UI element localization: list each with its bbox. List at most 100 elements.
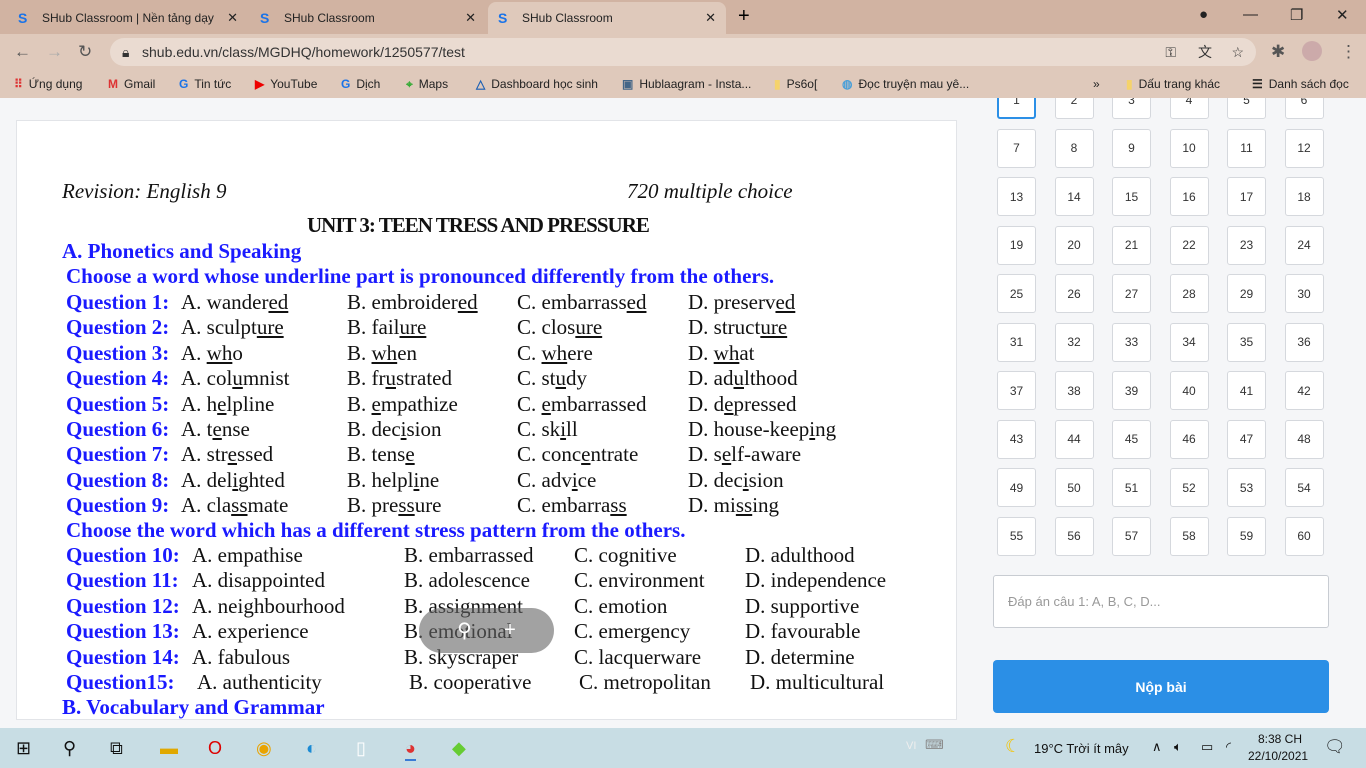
question-number-button[interactable]: 2 bbox=[1054, 98, 1094, 119]
restore-button[interactable]: ❐ bbox=[1290, 6, 1303, 24]
question-number-button[interactable]: 59 bbox=[1227, 516, 1266, 556]
question-number-button[interactable]: 42 bbox=[1284, 371, 1324, 410]
question-number-button[interactable]: 57 bbox=[1112, 516, 1151, 556]
question-number-button[interactable]: 44 bbox=[1054, 419, 1094, 459]
question-number-button[interactable]: 30 bbox=[1284, 274, 1324, 313]
minimize-button[interactable]: — bbox=[1243, 6, 1258, 23]
question-number-button[interactable]: 13 bbox=[997, 177, 1036, 216]
chrome-icon[interactable]: ◕ bbox=[405, 738, 416, 761]
question-number-button[interactable]: 6 bbox=[1284, 98, 1324, 119]
other-bookmarks[interactable]: ▮ Dấu trang khác bbox=[1126, 77, 1220, 91]
weather-text[interactable]: 19°C Trời ít mây bbox=[1034, 741, 1129, 756]
profile-download-icon[interactable]: ● bbox=[1199, 6, 1208, 23]
question-number-button[interactable]: 23 bbox=[1227, 225, 1266, 265]
question-number-button[interactable]: 8 bbox=[1054, 128, 1094, 168]
bookmark-news[interactable]: G Tin tức bbox=[179, 77, 231, 91]
language-indicator[interactable]: VI bbox=[906, 740, 916, 752]
close-window-button[interactable]: ✕ bbox=[1336, 6, 1349, 24]
question-number-button[interactable]: 49 bbox=[997, 468, 1036, 507]
question-number-button[interactable]: 1 bbox=[997, 98, 1036, 119]
clock-time[interactable]: 8:38 CH bbox=[1255, 732, 1305, 746]
avatar[interactable] bbox=[1302, 41, 1322, 61]
question-number-button[interactable]: 38 bbox=[1054, 371, 1094, 410]
question-number-button[interactable]: 25 bbox=[997, 274, 1036, 313]
forward-icon[interactable]: → bbox=[46, 42, 63, 62]
avast-icon[interactable]: ◉ bbox=[256, 738, 272, 759]
key-icon[interactable]: ⚿ bbox=[1165, 38, 1176, 66]
zoom-in-icon[interactable]: + bbox=[504, 619, 516, 642]
question-number-button[interactable]: 5 bbox=[1227, 98, 1266, 119]
bookmark-youtube[interactable]: ▶ YouTube bbox=[255, 77, 317, 91]
question-number-button[interactable]: 9 bbox=[1112, 128, 1151, 168]
file-icon[interactable]: ▯ bbox=[356, 738, 366, 759]
back-icon[interactable]: ← bbox=[14, 42, 31, 62]
answer-input[interactable] bbox=[993, 575, 1329, 628]
address-bar[interactable]: 🔒︎ shub.edu.vn/class/MGDHQ/homework/12505… bbox=[110, 38, 1256, 66]
question-number-button[interactable]: 10 bbox=[1169, 128, 1209, 168]
close-tab-icon[interactable]: ✕ bbox=[465, 10, 476, 26]
question-number-button[interactable]: 28 bbox=[1169, 274, 1209, 313]
bluestacks-icon[interactable]: ◆ bbox=[452, 738, 466, 759]
question-number-button[interactable]: 22 bbox=[1169, 225, 1209, 265]
question-number-button[interactable]: 4 bbox=[1169, 98, 1209, 119]
battery-icon[interactable]: ▭ bbox=[1201, 739, 1213, 755]
question-number-button[interactable]: 39 bbox=[1112, 371, 1151, 410]
bookmark-star-icon[interactable]: ☆ bbox=[1231, 38, 1244, 66]
question-number-button[interactable]: 15 bbox=[1112, 177, 1151, 216]
question-number-button[interactable]: 41 bbox=[1227, 371, 1266, 410]
bookmark-gmail[interactable]: M Gmail bbox=[108, 77, 155, 91]
volume-icon[interactable]: 🔈︎ bbox=[1174, 739, 1182, 755]
question-number-button[interactable]: 29 bbox=[1227, 274, 1266, 313]
tab-3-active[interactable]: S SHub Classroom ✕ bbox=[488, 2, 726, 34]
close-tab-icon[interactable]: ✕ bbox=[705, 10, 716, 26]
question-number-button[interactable]: 48 bbox=[1284, 419, 1324, 459]
question-number-button[interactable]: 14 bbox=[1054, 177, 1094, 216]
wifi-icon[interactable]: ◜ bbox=[1226, 739, 1231, 755]
question-number-button[interactable]: 26 bbox=[1054, 274, 1094, 313]
question-number-button[interactable]: 27 bbox=[1112, 274, 1151, 313]
submit-button[interactable]: Nộp bài bbox=[993, 660, 1329, 713]
tray-chevron-icon[interactable]: ∧ bbox=[1152, 739, 1162, 755]
question-number-button[interactable]: 53 bbox=[1227, 468, 1266, 507]
question-number-button[interactable]: 45 bbox=[1112, 419, 1151, 459]
question-number-button[interactable]: 34 bbox=[1169, 322, 1209, 362]
question-number-button[interactable]: 24 bbox=[1284, 225, 1324, 265]
windows-start-icon[interactable]: ⊞ bbox=[16, 738, 31, 759]
question-number-button[interactable]: 36 bbox=[1284, 322, 1324, 362]
question-number-button[interactable]: 37 bbox=[997, 371, 1036, 410]
notifications-icon[interactable]: 🗨︎ bbox=[1324, 737, 1346, 757]
zoom-out-icon[interactable]: ⚲ bbox=[457, 618, 472, 643]
task-view-icon[interactable]: ⧉ bbox=[110, 738, 123, 759]
question-number-button[interactable]: 21 bbox=[1112, 225, 1151, 265]
bookmark-translate[interactable]: G Dịch bbox=[341, 77, 380, 91]
file-explorer-icon[interactable]: ▬ bbox=[160, 738, 178, 759]
opera-icon[interactable]: O bbox=[208, 738, 222, 759]
question-number-button[interactable]: 58 bbox=[1169, 516, 1209, 556]
question-number-button[interactable]: 35 bbox=[1227, 322, 1266, 362]
tab-2[interactable]: S SHub Classroom ✕ bbox=[250, 2, 486, 34]
new-tab-button[interactable]: + bbox=[738, 5, 750, 28]
question-number-button[interactable]: 54 bbox=[1284, 468, 1324, 507]
question-number-button[interactable]: 16 bbox=[1169, 177, 1209, 216]
edge-icon[interactable]: ◐ bbox=[306, 738, 317, 759]
question-number-button[interactable]: 12 bbox=[1284, 128, 1324, 168]
tab-1[interactable]: S SHub Classroom | Nền tảng dạy học ✕ bbox=[8, 2, 248, 34]
question-number-button[interactable]: 60 bbox=[1284, 516, 1324, 556]
question-number-button[interactable]: 19 bbox=[997, 225, 1036, 265]
question-number-button[interactable]: 46 bbox=[1169, 419, 1209, 459]
question-number-button[interactable]: 52 bbox=[1169, 468, 1209, 507]
close-tab-icon[interactable]: ✕ bbox=[227, 10, 238, 26]
question-number-button[interactable]: 33 bbox=[1112, 322, 1151, 362]
menu-icon[interactable]: ⋮ bbox=[1340, 42, 1357, 62]
question-number-button[interactable]: 40 bbox=[1169, 371, 1209, 410]
question-number-button[interactable]: 56 bbox=[1054, 516, 1094, 556]
question-number-button[interactable]: 55 bbox=[997, 516, 1036, 556]
question-number-button[interactable]: 7 bbox=[997, 128, 1036, 168]
keyboard-icon[interactable]: ⌨ bbox=[925, 737, 944, 753]
reload-icon[interactable]: ↻ bbox=[78, 42, 92, 62]
question-number-button[interactable]: 51 bbox=[1112, 468, 1151, 507]
question-number-button[interactable]: 47 bbox=[1227, 419, 1266, 459]
question-number-button[interactable]: 17 bbox=[1227, 177, 1266, 216]
question-number-button[interactable]: 3 bbox=[1112, 98, 1151, 119]
bookmark-maps[interactable]: ⌖ Maps bbox=[406, 77, 448, 92]
